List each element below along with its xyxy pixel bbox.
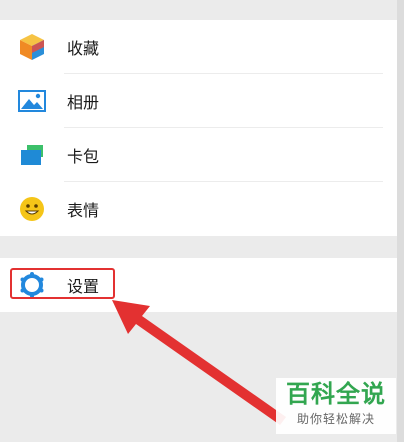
- menu-group-main: 收藏 相册 卡包 表情: [0, 20, 397, 236]
- scrollbar[interactable]: [397, 0, 404, 442]
- menu-item-card-wallet[interactable]: 卡包: [0, 128, 397, 182]
- watermark: 百科全说 助你轻松解决: [276, 378, 396, 434]
- card-wallet-icon: [17, 140, 47, 170]
- watermark-brand: 百科全说: [286, 380, 386, 408]
- cube-icon: [17, 32, 47, 62]
- photo-album-icon: [17, 86, 47, 116]
- settings-highlight-box: [10, 268, 115, 299]
- watermark-slogan: 助你轻松解决: [296, 412, 375, 426]
- menu-item-album[interactable]: 相册: [0, 74, 397, 128]
- menu-item-label: 相册: [67, 93, 100, 112]
- arrow-shape: [112, 300, 286, 425]
- menu-item-stickers[interactable]: 表情: [0, 182, 397, 236]
- menu-item-favorites[interactable]: 收藏: [0, 20, 397, 74]
- menu-item-label: 表情: [67, 201, 100, 220]
- smiley-icon: [17, 194, 47, 224]
- menu-item-label: 收藏: [67, 39, 100, 58]
- menu-item-label: 卡包: [67, 147, 100, 166]
